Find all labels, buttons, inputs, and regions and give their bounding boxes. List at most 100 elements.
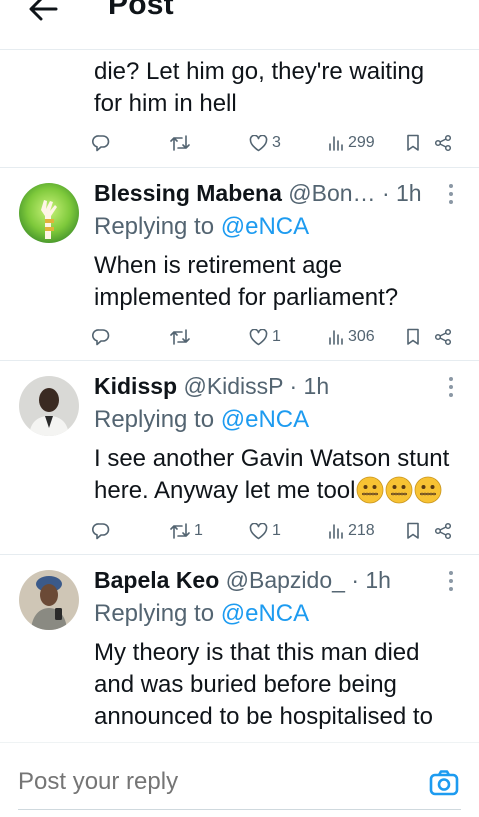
views-button[interactable]: 299 xyxy=(328,131,375,155)
tweet-text-line: When is retirement age xyxy=(94,252,343,279)
zipper-mouth-face-emoji xyxy=(357,476,384,504)
more-options-icon[interactable] xyxy=(445,568,457,594)
bookmark-icon xyxy=(407,328,419,345)
tweet-time: · 1h xyxy=(289,373,330,399)
avatar-image xyxy=(19,376,79,436)
share-button[interactable] xyxy=(434,325,452,349)
tweet-text-line: implemented for parliament? xyxy=(94,284,399,311)
tweet-actions: 1 1 218 xyxy=(92,519,462,543)
camera-button[interactable] xyxy=(428,767,460,799)
tweet-text-line: announced to be hospitalised to xyxy=(94,703,433,730)
views-count: 306 xyxy=(348,328,375,345)
tweet-time: · 1h xyxy=(381,180,422,206)
tweet-text-line: for him in hell xyxy=(94,90,237,117)
avatar[interactable] xyxy=(19,376,79,436)
like-count: 1 xyxy=(272,522,281,539)
retweet-button[interactable]: 1 xyxy=(170,519,203,543)
camera-icon xyxy=(429,770,459,796)
views-button[interactable]: 306 xyxy=(328,325,375,349)
tweet-header: Bapela Keo @Bapzido_ · 1h xyxy=(94,565,439,595)
tweet-header: Kidissp @KidissP · 1h xyxy=(94,371,439,401)
like-button[interactable]: 1 xyxy=(249,325,281,349)
arrow-left-icon xyxy=(29,0,58,21)
top-app-bar: Post xyxy=(0,0,479,50)
user-handle[interactable]: @Bapzido_ xyxy=(226,567,345,593)
tweet-text: When is retirement age implemented for p… xyxy=(94,250,465,314)
share-button[interactable] xyxy=(434,131,452,155)
user-name[interactable]: Bapela Keo xyxy=(94,567,219,593)
tweet-text: I see another Gavin Watson stunt here. A… xyxy=(94,443,465,507)
tweet-actions: 3 299 xyxy=(92,131,462,155)
replying-to: Replying to @eNCA xyxy=(94,599,309,629)
retweet-icon xyxy=(170,135,190,151)
avatar[interactable] xyxy=(19,570,79,630)
reply-icon xyxy=(92,329,110,346)
retweet-button[interactable] xyxy=(170,131,194,155)
replying-to: Replying to @eNCA xyxy=(94,212,309,242)
tweet-text: My theory is that this man died and was … xyxy=(94,637,465,733)
tweet-item[interactable]: Bapela Keo @Bapzido_ · 1h Replying to @e… xyxy=(0,555,479,745)
bookmark-icon xyxy=(407,522,419,539)
views-icon xyxy=(329,524,343,539)
reply-input[interactable] xyxy=(18,766,408,798)
tweet-text: die? Let him go, they're waiting for him… xyxy=(94,56,465,120)
user-handle[interactable]: @Bon… xyxy=(288,180,375,206)
reply-icon xyxy=(92,523,110,540)
views-icon xyxy=(329,330,343,345)
replying-handle[interactable]: @eNCA xyxy=(221,213,309,240)
bookmark-icon xyxy=(407,134,419,151)
tweet-actions: 1 306 xyxy=(92,325,462,349)
tweet-text-line: here. Anyway let me tool xyxy=(94,477,356,504)
tweet-item[interactable]: Blessing Mabena @Bon… · 1h Replying to @… xyxy=(0,168,479,361)
reply-button[interactable] xyxy=(92,325,114,349)
reply-button[interactable] xyxy=(92,519,114,543)
tweet-time: · 1h xyxy=(351,567,391,593)
bookmark-button[interactable] xyxy=(406,325,420,349)
share-icon xyxy=(434,134,452,152)
tweet-text-line: and was buried before being xyxy=(94,671,397,698)
share-button[interactable] xyxy=(434,519,452,543)
like-button[interactable]: 3 xyxy=(249,131,281,155)
views-icon xyxy=(329,136,343,151)
replying-to: Replying to @eNCA xyxy=(94,405,309,435)
avatar[interactable] xyxy=(19,183,79,243)
views-button[interactable]: 218 xyxy=(328,519,375,543)
reply-input-underline xyxy=(18,809,461,810)
retweet-icon xyxy=(170,329,190,345)
replying-prefix: Replying to xyxy=(94,213,215,240)
back-button[interactable] xyxy=(26,0,60,26)
user-name[interactable]: Blessing Mabena xyxy=(94,180,282,206)
tweet-text-line: die? Let him go, they're waiting xyxy=(94,58,425,85)
reply-composer xyxy=(0,742,479,817)
user-handle[interactable]: @KidissP xyxy=(183,373,283,399)
zipper-mouth-face-emoji xyxy=(386,476,413,504)
views-count: 299 xyxy=(348,134,375,151)
bookmark-button[interactable] xyxy=(406,519,420,543)
reply-icon xyxy=(92,135,110,152)
retweet-count: 1 xyxy=(194,522,203,539)
replying-handle[interactable]: @eNCA xyxy=(221,600,309,627)
heart-icon xyxy=(249,522,268,539)
like-button[interactable]: 1 xyxy=(249,519,281,543)
tweet-text-line: My theory is that this man died xyxy=(94,639,420,666)
heart-icon xyxy=(249,134,268,151)
bookmark-button[interactable] xyxy=(406,131,420,155)
views-count: 218 xyxy=(348,522,375,539)
retweet-icon xyxy=(170,523,190,539)
tweet-item[interactable]: die? Let him go, they're waiting for him… xyxy=(0,51,479,168)
page-title: Post xyxy=(108,0,174,21)
more-options-icon[interactable] xyxy=(445,374,457,400)
share-icon xyxy=(434,328,452,346)
share-icon xyxy=(434,522,452,540)
like-count: 1 xyxy=(272,328,281,345)
user-name[interactable]: Kidissp xyxy=(94,373,177,399)
heart-icon xyxy=(249,328,268,345)
replying-prefix: Replying to xyxy=(94,406,215,433)
zipper-mouth-face-emoji xyxy=(415,476,442,504)
reply-button[interactable] xyxy=(92,131,114,155)
retweet-button[interactable] xyxy=(170,325,194,349)
like-count: 3 xyxy=(272,134,281,151)
tweet-item[interactable]: Kidissp @KidissP · 1h Replying to @eNCA … xyxy=(0,361,479,555)
more-options-icon[interactable] xyxy=(445,181,457,207)
replying-handle[interactable]: @eNCA xyxy=(221,406,309,433)
